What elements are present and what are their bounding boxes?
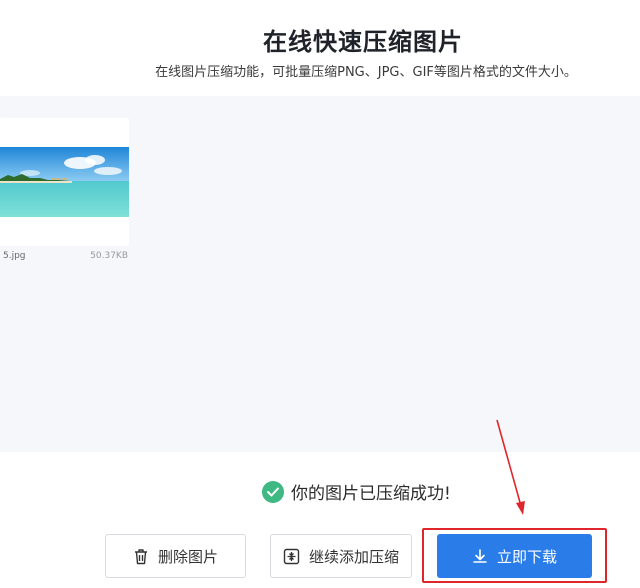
file-name: 5.jpg (3, 251, 26, 261)
delete-image-button[interactable]: 删除图片 (105, 534, 246, 578)
image-thumbnail (0, 147, 129, 217)
check-circle-icon (262, 480, 284, 503)
add-more-label: 继续添加压缩 (308, 547, 399, 566)
page-title: 在线快速压缩图片 (263, 28, 463, 56)
download-label: 立即下载 (496, 547, 557, 566)
compress-add-icon (283, 548, 300, 565)
delete-image-label: 删除图片 (157, 547, 218, 566)
status-message: 你的图片已压缩成功! (262, 479, 451, 504)
status-text: 你的图片已压缩成功! (291, 484, 451, 504)
trash-icon (133, 548, 149, 565)
download-icon (472, 548, 488, 564)
file-size: 50.37KB (90, 251, 128, 261)
download-button[interactable]: 立即下载 (437, 534, 592, 578)
image-card[interactable] (0, 118, 129, 246)
page-subtitle: 在线图片压缩功能，可批量压缩PNG、JPG、GIF等图片格式的文件大小。 (155, 65, 577, 80)
add-more-button[interactable]: 继续添加压缩 (270, 534, 412, 578)
